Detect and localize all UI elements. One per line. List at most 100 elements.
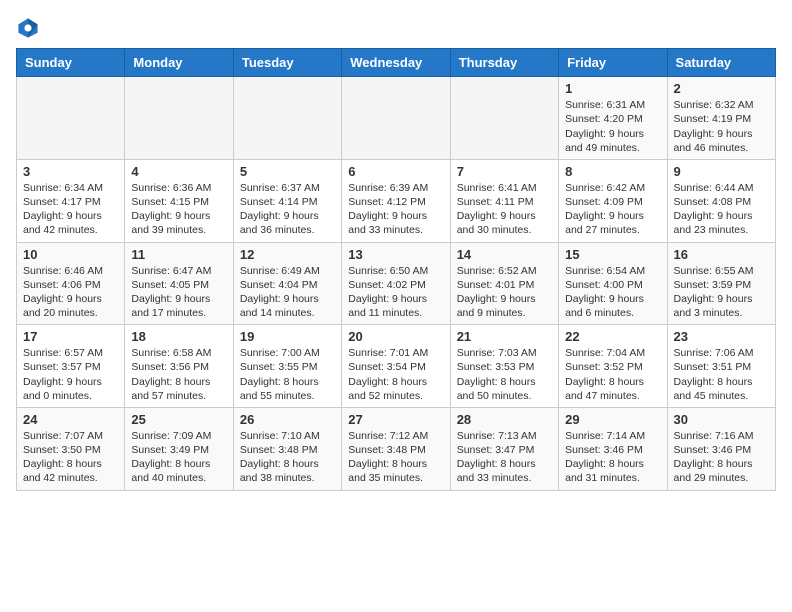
calendar-cell: 11Sunrise: 6:47 AM Sunset: 4:05 PM Dayli… <box>125 242 233 325</box>
day-info: Sunrise: 6:44 AM Sunset: 4:08 PM Dayligh… <box>674 181 769 238</box>
page-header <box>16 16 776 40</box>
calendar-cell: 26 Sunrise: 7:10 AM Sunset: 3:48 PM Dayli… <box>233 407 341 490</box>
day-info: Sunrise: 6:32 AM Sunset: 4:19 PM Dayligh… <box>674 98 769 155</box>
day-info: Sunrise: 7:16 AM Sunset: 3:46 PM Dayligh… <box>674 429 769 486</box>
day-info: Sunrise: 6:34 AM Sunset: 4:17 PM Dayligh… <box>23 181 118 238</box>
calendar-cell: 28 Sunrise: 7:13 AM Sunset: 3:47 PM Dayli… <box>450 407 558 490</box>
calendar-week-row: 17 Sunrise: 6:57 AM Sunset: 3:57 PM Dayli… <box>17 325 776 408</box>
calendar-day-header: Wednesday <box>342 49 450 77</box>
day-number: 17 <box>23 329 118 344</box>
calendar-cell: 13 Sunrise: 6:50 AM Sunset: 4:02 PM Dayli… <box>342 242 450 325</box>
calendar-cell: 10Sunrise: 6:46 AM Sunset: 4:06 PM Dayli… <box>17 242 125 325</box>
calendar-cell: 1 Sunrise: 6:31 AM Sunset: 4:20 PM Daylig… <box>559 77 667 160</box>
day-info: Sunrise: 7:00 AM Sunset: 3:55 PM Dayligh… <box>240 346 335 403</box>
calendar-week-row: 1 Sunrise: 6:31 AM Sunset: 4:20 PM Daylig… <box>17 77 776 160</box>
day-number: 28 <box>457 412 552 427</box>
calendar-cell <box>17 77 125 160</box>
logo-icon <box>16 16 40 40</box>
calendar-cell: 3 Sunrise: 6:34 AM Sunset: 4:17 PM Daylig… <box>17 159 125 242</box>
day-info: Sunrise: 7:03 AM Sunset: 3:53 PM Dayligh… <box>457 346 552 403</box>
calendar-cell: 9Sunrise: 6:44 AM Sunset: 4:08 PM Daylig… <box>667 159 775 242</box>
day-info: Sunrise: 6:52 AM Sunset: 4:01 PM Dayligh… <box>457 264 552 321</box>
calendar-cell: 20 Sunrise: 7:01 AM Sunset: 3:54 PM Dayli… <box>342 325 450 408</box>
day-info: Sunrise: 7:04 AM Sunset: 3:52 PM Dayligh… <box>565 346 660 403</box>
day-number: 3 <box>23 164 118 179</box>
day-number: 13 <box>348 247 443 262</box>
day-info: Sunrise: 6:31 AM Sunset: 4:20 PM Dayligh… <box>565 98 660 155</box>
day-number: 5 <box>240 164 335 179</box>
day-number: 14 <box>457 247 552 262</box>
day-info: Sunrise: 7:10 AM Sunset: 3:48 PM Dayligh… <box>240 429 335 486</box>
calendar-cell: 5 Sunrise: 6:37 AM Sunset: 4:14 PM Daylig… <box>233 159 341 242</box>
day-info: Sunrise: 7:01 AM Sunset: 3:54 PM Dayligh… <box>348 346 443 403</box>
calendar-day-header: Thursday <box>450 49 558 77</box>
day-info: Sunrise: 6:55 AM Sunset: 3:59 PM Dayligh… <box>674 264 769 321</box>
calendar-cell: 7 Sunrise: 6:41 AM Sunset: 4:11 PM Daylig… <box>450 159 558 242</box>
day-info: Sunrise: 6:57 AM Sunset: 3:57 PM Dayligh… <box>23 346 118 403</box>
day-info: Sunrise: 6:42 AM Sunset: 4:09 PM Dayligh… <box>565 181 660 238</box>
calendar-cell: 4 Sunrise: 6:36 AM Sunset: 4:15 PM Daylig… <box>125 159 233 242</box>
day-info: Sunrise: 7:14 AM Sunset: 3:46 PM Dayligh… <box>565 429 660 486</box>
calendar-cell: 21 Sunrise: 7:03 AM Sunset: 3:53 PM Dayli… <box>450 325 558 408</box>
day-number: 1 <box>565 81 660 96</box>
day-number: 27 <box>348 412 443 427</box>
calendar-cell: 19 Sunrise: 7:00 AM Sunset: 3:55 PM Dayli… <box>233 325 341 408</box>
day-number: 30 <box>674 412 769 427</box>
day-info: Sunrise: 6:37 AM Sunset: 4:14 PM Dayligh… <box>240 181 335 238</box>
calendar-day-header: Sunday <box>17 49 125 77</box>
day-number: 19 <box>240 329 335 344</box>
day-number: 18 <box>131 329 226 344</box>
calendar-cell: 15 Sunrise: 6:54 AM Sunset: 4:00 PM Dayli… <box>559 242 667 325</box>
calendar-week-row: 10Sunrise: 6:46 AM Sunset: 4:06 PM Dayli… <box>17 242 776 325</box>
calendar-cell: 17 Sunrise: 6:57 AM Sunset: 3:57 PM Dayli… <box>17 325 125 408</box>
day-info: Sunrise: 7:13 AM Sunset: 3:47 PM Dayligh… <box>457 429 552 486</box>
calendar-cell: 30 Sunrise: 7:16 AM Sunset: 3:46 PM Dayli… <box>667 407 775 490</box>
calendar-cell: 14 Sunrise: 6:52 AM Sunset: 4:01 PM Dayli… <box>450 242 558 325</box>
calendar-cell: 18 Sunrise: 6:58 AM Sunset: 3:56 PM Dayli… <box>125 325 233 408</box>
calendar-cell: 8 Sunrise: 6:42 AM Sunset: 4:09 PM Daylig… <box>559 159 667 242</box>
calendar-table: SundayMondayTuesdayWednesdayThursdayFrid… <box>16 48 776 490</box>
day-number: 7 <box>457 164 552 179</box>
day-info: Sunrise: 7:09 AM Sunset: 3:49 PM Dayligh… <box>131 429 226 486</box>
calendar-cell: 22Sunrise: 7:04 AM Sunset: 3:52 PM Dayli… <box>559 325 667 408</box>
calendar-cell: 25 Sunrise: 7:09 AM Sunset: 3:49 PM Dayli… <box>125 407 233 490</box>
day-info: Sunrise: 6:36 AM Sunset: 4:15 PM Dayligh… <box>131 181 226 238</box>
day-number: 12 <box>240 247 335 262</box>
day-number: 15 <box>565 247 660 262</box>
calendar-cell <box>233 77 341 160</box>
day-number: 25 <box>131 412 226 427</box>
calendar-cell: 23 Sunrise: 7:06 AM Sunset: 3:51 PM Dayli… <box>667 325 775 408</box>
day-info: Sunrise: 7:06 AM Sunset: 3:51 PM Dayligh… <box>674 346 769 403</box>
day-info: Sunrise: 7:12 AM Sunset: 3:48 PM Dayligh… <box>348 429 443 486</box>
calendar-day-header: Friday <box>559 49 667 77</box>
day-info: Sunrise: 6:50 AM Sunset: 4:02 PM Dayligh… <box>348 264 443 321</box>
calendar-week-row: 3 Sunrise: 6:34 AM Sunset: 4:17 PM Daylig… <box>17 159 776 242</box>
day-info: Sunrise: 7:07 AM Sunset: 3:50 PM Dayligh… <box>23 429 118 486</box>
day-number: 20 <box>348 329 443 344</box>
calendar-week-row: 24 Sunrise: 7:07 AM Sunset: 3:50 PM Dayli… <box>17 407 776 490</box>
calendar-cell: 16 Sunrise: 6:55 AM Sunset: 3:59 PM Dayli… <box>667 242 775 325</box>
calendar-cell: 24 Sunrise: 7:07 AM Sunset: 3:50 PM Dayli… <box>17 407 125 490</box>
day-number: 11 <box>131 247 226 262</box>
calendar-day-header: Tuesday <box>233 49 341 77</box>
calendar-cell: 2Sunrise: 6:32 AM Sunset: 4:19 PM Daylig… <box>667 77 775 160</box>
calendar-day-header: Monday <box>125 49 233 77</box>
day-number: 26 <box>240 412 335 427</box>
calendar-cell <box>125 77 233 160</box>
calendar-day-header: Saturday <box>667 49 775 77</box>
day-number: 16 <box>674 247 769 262</box>
calendar-cell: 27 Sunrise: 7:12 AM Sunset: 3:48 PM Dayli… <box>342 407 450 490</box>
calendar-header-row: SundayMondayTuesdayWednesdayThursdayFrid… <box>17 49 776 77</box>
day-number: 4 <box>131 164 226 179</box>
day-number: 23 <box>674 329 769 344</box>
day-info: Sunrise: 6:49 AM Sunset: 4:04 PM Dayligh… <box>240 264 335 321</box>
calendar-cell: 6Sunrise: 6:39 AM Sunset: 4:12 PM Daylig… <box>342 159 450 242</box>
day-number: 24 <box>23 412 118 427</box>
day-info: Sunrise: 6:41 AM Sunset: 4:11 PM Dayligh… <box>457 181 552 238</box>
day-number: 8 <box>565 164 660 179</box>
calendar-cell <box>450 77 558 160</box>
calendar-cell <box>342 77 450 160</box>
day-info: Sunrise: 6:58 AM Sunset: 3:56 PM Dayligh… <box>131 346 226 403</box>
day-number: 21 <box>457 329 552 344</box>
day-info: Sunrise: 6:54 AM Sunset: 4:00 PM Dayligh… <box>565 264 660 321</box>
